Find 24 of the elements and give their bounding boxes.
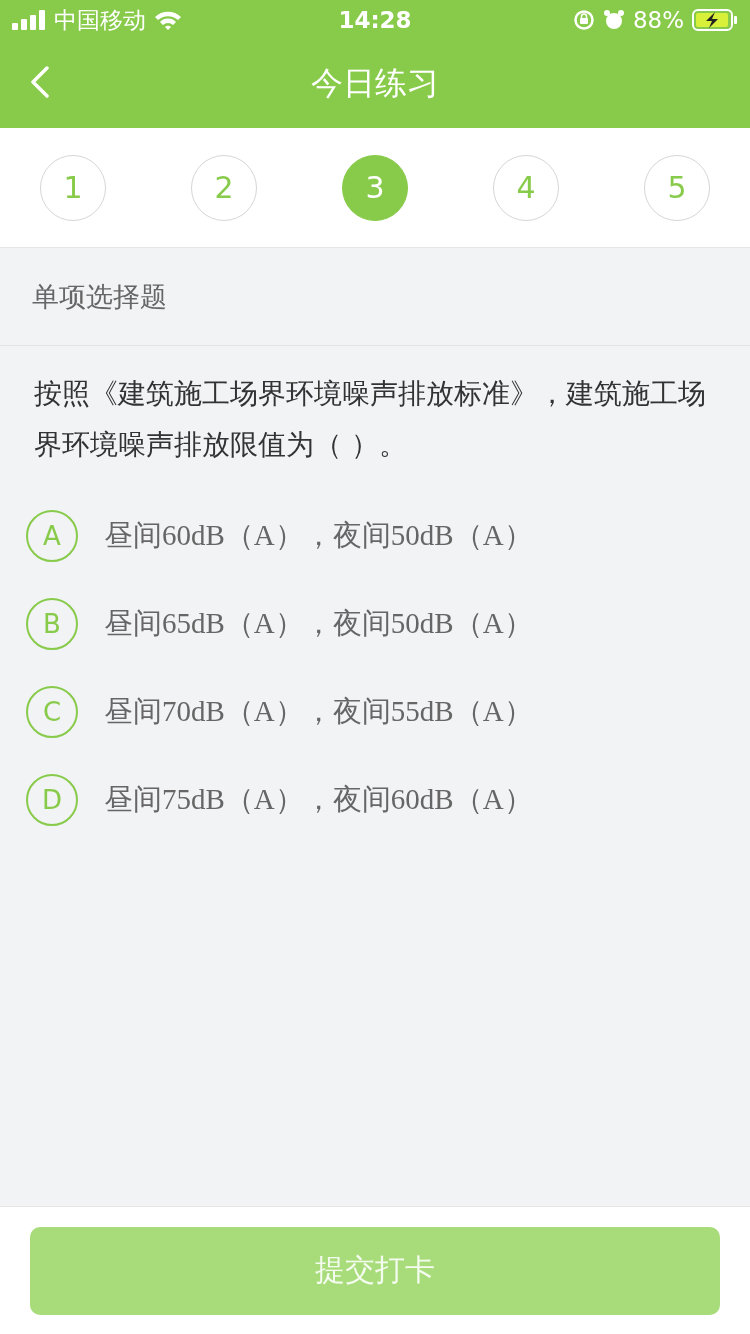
option-letter[interactable]: C	[26, 686, 78, 738]
rotation-lock-icon	[572, 9, 595, 31]
question-text: 按照《建筑施工场界环境噪声排放标准》，建筑施工场界环境噪声排放限值为（ ）。	[34, 376, 707, 463]
clock-time: 14:28	[338, 7, 412, 33]
option-letter[interactable]: D	[26, 774, 78, 826]
option-text[interactable]: 昼间70dB（A），夜间55dB（A）	[104, 692, 533, 732]
page-title: 今日练习	[311, 63, 439, 104]
carrier-name: 中国移动	[54, 5, 146, 35]
option-text[interactable]: 昼间65dB（A），夜间50dB（A）	[104, 604, 533, 644]
option-letter[interactable]: B	[26, 598, 78, 650]
battery-percent: 88%	[632, 7, 684, 33]
option-text[interactable]: 昼间75dB（A），夜间60dB（A）	[104, 780, 533, 820]
back-icon[interactable]	[30, 66, 50, 98]
section-title: 单项选择题	[32, 279, 167, 314]
signal-icon	[12, 10, 46, 30]
option-letter[interactable]: A	[26, 510, 78, 562]
question-number-tab[interactable]: 4	[493, 154, 559, 221]
question-number-tab[interactable]: 2	[191, 154, 257, 221]
question-number-tab[interactable]: 5	[644, 154, 710, 221]
option-text[interactable]: 昼间60dB（A），夜间50dB（A）	[104, 516, 533, 556]
question-number-tab[interactable]: 3	[342, 154, 408, 221]
wifi-icon	[154, 10, 182, 30]
battery-charging-icon	[692, 9, 738, 31]
question-number-tab[interactable]: 1	[40, 154, 106, 221]
